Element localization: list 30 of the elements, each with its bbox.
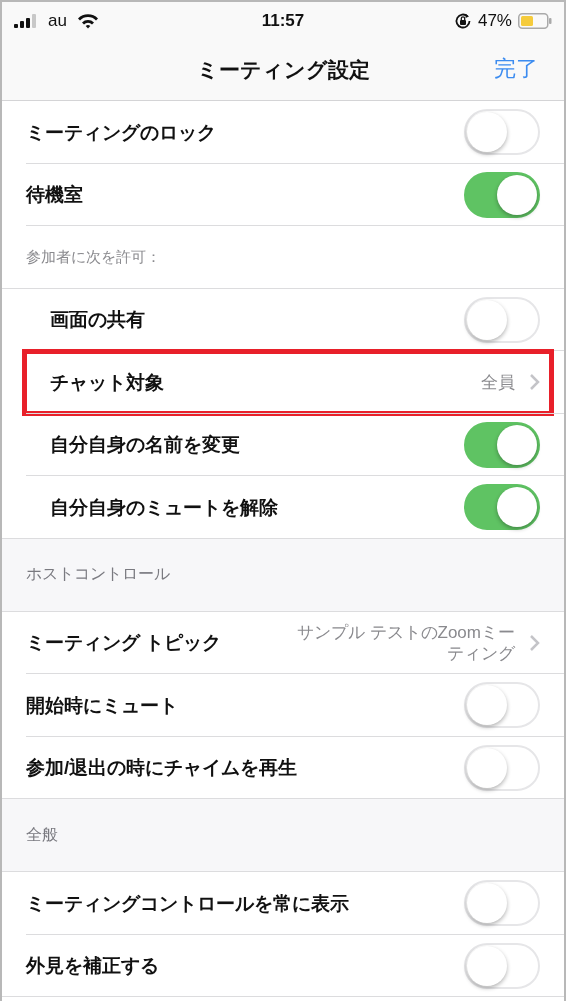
setting-label: 参加/退出の時にチャイムを再生: [26, 756, 299, 781]
signal-icon: [14, 14, 38, 28]
battery-icon: [518, 13, 552, 29]
rotation-lock-icon: [453, 12, 472, 30]
setting-label: 画面の共有: [50, 308, 146, 333]
setting-label: 自分自身の名前を変更: [50, 433, 241, 458]
toggle-switch[interactable]: [464, 484, 540, 531]
toggle-switch[interactable]: [464, 421, 540, 468]
section-header: ホストコントロール: [26, 564, 170, 584]
setting-value: サンプル テストのZoomミーティング: [295, 621, 515, 664]
clock-time: 11:57: [260, 11, 306, 31]
section-header: 全般: [26, 824, 58, 845]
setting-label: チャット対象: [50, 370, 165, 395]
chevron-icon: [529, 633, 540, 652]
setting-label: ミーティング トピック: [26, 631, 223, 656]
setting-label: 待機室: [26, 183, 84, 208]
setting-label: 自分自身のミュートを解除: [50, 495, 279, 520]
done-button[interactable]: 完了: [494, 54, 538, 84]
screen-title: ミーティング設定: [196, 57, 370, 83]
toggle-switch[interactable]: [464, 171, 540, 218]
carrier-name: au: [48, 11, 67, 31]
setting-label: 外見を補正する: [26, 954, 160, 979]
battery-percent: 47%: [477, 11, 512, 31]
setting-label: 開始時にミュート: [26, 693, 179, 718]
setting-value: 全員: [481, 371, 515, 393]
chevron-icon: [529, 373, 540, 392]
setting-label: ミーティングコントロールを常に表示: [26, 891, 350, 916]
group-caption: 参加者に次を許可：: [26, 247, 161, 267]
wifi-icon: [76, 13, 99, 29]
setting-label: ミーティングのロック: [26, 120, 217, 145]
